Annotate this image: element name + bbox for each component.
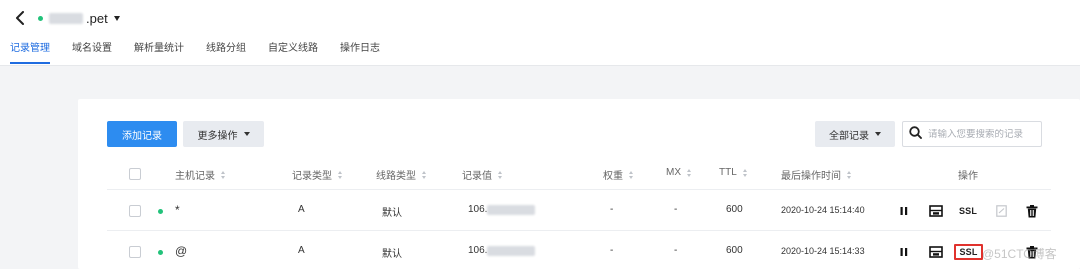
column-actions: 操作: [958, 171, 978, 182]
row-checkbox[interactable]: [129, 246, 141, 258]
weight-cell: -: [610, 204, 614, 215]
edit-icon[interactable]: [929, 202, 943, 220]
tab-query-stats[interactable]: 解析量统计: [123, 42, 195, 66]
column-line[interactable]: 线路类型: [376, 167, 427, 182]
back-chevron-icon[interactable]: [10, 8, 30, 28]
column-updated[interactable]: 最后操作时间: [781, 167, 852, 182]
pause-icon[interactable]: [899, 243, 909, 261]
value-cell: 106.: [468, 204, 536, 215]
sort-icon: [498, 170, 503, 179]
value-prefix: 106.: [468, 245, 488, 256]
search-icon: [909, 126, 922, 142]
updated-cell: 2020-10-24 15:14:40: [781, 205, 865, 215]
caret-down-icon: [113, 15, 120, 21]
ssl-label: SSL: [958, 206, 978, 216]
value-cell: 106.: [468, 245, 536, 256]
weight-cell: -: [610, 245, 614, 256]
status-dot-icon: [38, 15, 43, 21]
sort-icon: [338, 170, 343, 179]
line-cell: 默认: [382, 249, 402, 260]
sort-icon: [847, 170, 852, 179]
column-value[interactable]: 记录值: [462, 167, 503, 182]
sort-icon: [221, 170, 226, 179]
search-input[interactable]: [928, 128, 1038, 140]
select-all-checkbox[interactable]: [129, 168, 141, 180]
caret-down-icon: [875, 132, 881, 136]
table-row: * A 默认 106. - - 600 2020-10-24 15:14:40 …: [107, 191, 1051, 231]
host-cell: @: [175, 244, 188, 258]
watermark: @51CTO博客: [982, 247, 1057, 261]
caret-down-icon: [243, 132, 250, 136]
domain-switcher[interactable]: .pet: [38, 10, 120, 26]
redacted-ip: [487, 204, 536, 215]
edit-icon[interactable]: [929, 243, 943, 261]
ttl-cell: 600: [726, 245, 743, 256]
column-weight[interactable]: 权重: [603, 167, 634, 182]
tab-records[interactable]: 记录管理: [0, 42, 61, 66]
redacted-domain-name: [49, 12, 83, 24]
column-mx[interactable]: MX: [666, 167, 692, 178]
records-panel: 添加记录 更多操作 全部记录 主机记录 记录类型 线路类型 记录值 权重 MX …: [78, 99, 1080, 269]
type-cell: A: [298, 245, 305, 256]
ssl-button-highlighted[interactable]: SSL: [954, 243, 983, 261]
more-actions-label: 更多操作: [197, 130, 238, 142]
domain-suffix: .pet: [86, 10, 108, 26]
sort-icon: [422, 170, 427, 179]
search-box[interactable]: [902, 121, 1042, 147]
column-ttl[interactable]: TTL: [719, 167, 748, 178]
ssl-button[interactable]: SSL: [957, 202, 979, 220]
line-cell: 默认: [382, 208, 402, 219]
type-cell: A: [298, 204, 305, 215]
more-actions-button[interactable]: 更多操作: [183, 121, 264, 147]
pause-icon[interactable]: [899, 202, 909, 220]
tab-custom-lines[interactable]: 自定义线路: [257, 42, 329, 66]
sort-icon: [742, 168, 748, 177]
ttl-cell: 600: [726, 204, 743, 215]
mx-cell: -: [674, 245, 678, 256]
remark-icon[interactable]: [995, 202, 1007, 220]
tab-bar: 记录管理 域名设置 解析量统计 线路分组 自定义线路 操作日志: [0, 42, 391, 66]
row-checkbox[interactable]: [129, 205, 141, 217]
sort-icon: [687, 168, 692, 177]
table-row: @ A 默认 106. - - 600 2020-10-24 15:14:33 …: [107, 232, 1051, 269]
column-type[interactable]: 记录类型: [292, 167, 343, 182]
ssl-label: SSL: [954, 244, 983, 260]
value-prefix: 106.: [468, 204, 488, 215]
top-header: .pet 记录管理 域名设置 解析量统计 线路分组 自定义线路 操作日志: [0, 0, 1080, 66]
mx-cell: -: [674, 204, 678, 215]
table-header: 主机记录 记录类型 线路类型 记录值 权重 MX TTL 最后操作时间 操作: [107, 162, 1051, 190]
trash-icon[interactable]: [1025, 202, 1038, 220]
updated-cell: 2020-10-24 15:14:33: [781, 246, 865, 256]
tab-line-groups[interactable]: 线路分组: [195, 42, 257, 66]
sort-icon: [629, 170, 634, 179]
tab-domain-settings[interactable]: 域名设置: [61, 42, 123, 66]
record-filter-label: 全部记录: [829, 130, 869, 142]
redacted-ip: [487, 245, 536, 256]
add-record-button[interactable]: 添加记录: [107, 121, 177, 147]
host-cell: *: [175, 203, 180, 217]
tab-operation-log[interactable]: 操作日志: [329, 42, 391, 66]
enabled-dot-icon: [158, 209, 163, 214]
record-filter-select[interactable]: 全部记录: [815, 121, 895, 147]
enabled-dot-icon: [158, 250, 163, 255]
column-host[interactable]: 主机记录: [175, 167, 226, 182]
